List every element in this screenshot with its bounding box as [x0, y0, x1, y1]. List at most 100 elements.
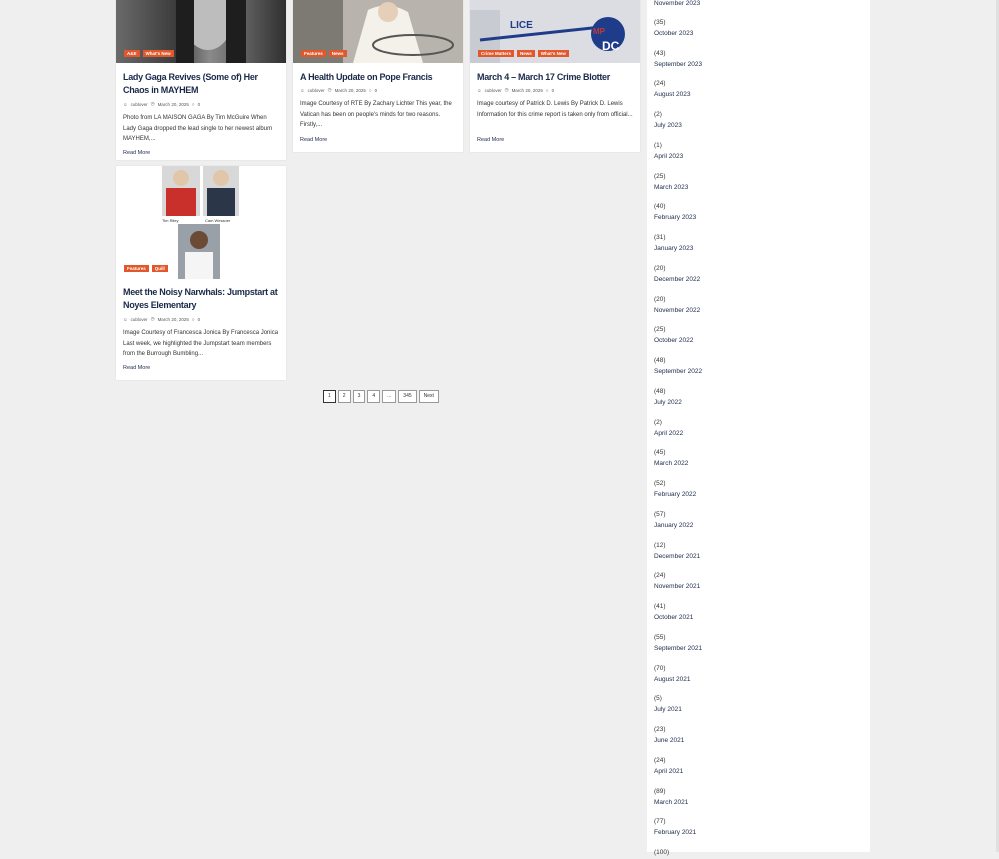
- archive-count: (5): [654, 695, 662, 703]
- archive-item: (31) January 2023: [654, 233, 693, 253]
- read-more-link[interactable]: Read More: [300, 137, 327, 143]
- archive-item: (5) July 2021: [654, 694, 682, 714]
- read-more-link[interactable]: Read More: [123, 150, 150, 156]
- comment-count[interactable]: 0: [552, 88, 555, 93]
- archive-item: (24) April 2021: [654, 756, 683, 776]
- post-author[interactable]: cublover: [131, 102, 148, 107]
- archive-link[interactable]: August 2021: [654, 675, 691, 684]
- archive-link[interactable]: January 2023: [654, 244, 693, 253]
- comment-icon: ○: [191, 316, 195, 322]
- post-card: LICE DC MP Crime Matters News What's New M…: [470, 0, 640, 152]
- archive-item: (45) March 2022: [654, 448, 688, 468]
- archive-link[interactable]: September 2022: [654, 367, 702, 376]
- archive-item: (20) November 2022: [654, 295, 700, 315]
- archive-item: (48) July 2022: [654, 387, 682, 407]
- archive-link[interactable]: July 2023: [654, 121, 682, 130]
- archive-count: (52): [654, 480, 666, 487]
- clock-icon: ◷: [504, 87, 509, 92]
- post-title[interactable]: March 4 – March 17 Crime Blotter: [477, 71, 634, 84]
- archive-link[interactable]: September 2023: [654, 60, 702, 69]
- category-tag[interactable]: Features: [301, 50, 326, 57]
- archive-item: (43) September 2023: [654, 49, 702, 69]
- category-tag[interactable]: News: [517, 50, 535, 57]
- archive-link[interactable]: October 2023: [654, 29, 693, 38]
- comment-count[interactable]: 0: [375, 88, 378, 93]
- archive-item: (57) January 2022: [654, 510, 693, 530]
- archive-link[interactable]: April 2021: [654, 767, 683, 776]
- archive-count: (55): [654, 633, 666, 641]
- archive-link[interactable]: February 2023: [654, 213, 696, 222]
- archive-link[interactable]: November 2023: [654, 0, 700, 8]
- post-card: Tim Riley Cam Wessner Features Quill Mee…: [116, 166, 286, 380]
- jumpstart-photos-image: Tim Riley Cam Wessner: [162, 166, 239, 279]
- archive-link[interactable]: March 2021: [654, 798, 688, 807]
- archive-link[interactable]: January 2022: [654, 521, 693, 530]
- read-more-link[interactable]: Read More: [123, 365, 150, 371]
- post-date: March 20, 2025: [157, 316, 189, 322]
- svg-text:MP: MP: [593, 27, 606, 36]
- category-tag[interactable]: Features: [124, 265, 149, 272]
- page-current: 1: [323, 390, 336, 403]
- comment-count[interactable]: 0: [198, 102, 201, 107]
- archive-item: (24) November 2021: [654, 571, 700, 591]
- archive-count: (48): [654, 387, 666, 395]
- post-title[interactable]: Meet the Noisy Narwhals: Jumpstart at No…: [123, 286, 280, 312]
- archive-item: (23) June 2021: [654, 725, 684, 745]
- category-tag[interactable]: News: [328, 50, 347, 57]
- archive-link[interactable]: October 2021: [654, 613, 693, 622]
- archive-link[interactable]: June 2021: [654, 736, 684, 745]
- post-title[interactable]: Lady Gaga Revives (Some of) Her Chaos in…: [123, 71, 280, 97]
- category-tag[interactable]: A&E: [124, 50, 140, 57]
- archive-link[interactable]: April 2022: [654, 429, 683, 438]
- archive-link[interactable]: February 2022: [654, 490, 696, 499]
- category-tag[interactable]: What's New: [142, 50, 174, 57]
- user-icon: ☺: [477, 87, 482, 93]
- archive-link[interactable]: November 2021: [654, 582, 700, 591]
- archive-link[interactable]: February 2021: [654, 828, 696, 837]
- post-author[interactable]: cublover: [131, 317, 148, 322]
- archive-link[interactable]: September 2021: [654, 644, 702, 653]
- page-link[interactable]: 345: [398, 390, 417, 403]
- archive-link[interactable]: July 2022: [654, 398, 682, 407]
- archive-item: (25) March 2023: [654, 172, 688, 192]
- archive-link[interactable]: March 2023: [654, 183, 688, 192]
- next-page-link[interactable]: Next: [418, 390, 439, 403]
- archive-link[interactable]: December 2021: [654, 552, 700, 561]
- archive-item: (2) April 2022: [654, 418, 683, 438]
- post-author[interactable]: cublover: [485, 88, 502, 93]
- archive-item: (48) September 2022: [654, 356, 702, 376]
- archive-link[interactable]: April 2023: [654, 152, 683, 161]
- pagination: 1 2 3 4 ... 345 Next: [323, 390, 439, 403]
- archive-item: (12) December 2021: [654, 541, 700, 561]
- archive-count: (89): [654, 787, 666, 795]
- archive-link[interactable]: March 2022: [654, 459, 688, 468]
- photo-caption: Cam Wessner: [205, 218, 231, 223]
- archive-link[interactable]: August 2023: [654, 90, 691, 99]
- category-tag[interactable]: Quill: [151, 265, 168, 272]
- post-title[interactable]: A Health Update on Pope Francis: [300, 71, 457, 84]
- page-link[interactable]: 2: [337, 390, 351, 403]
- archive-count: (20): [654, 264, 666, 272]
- post-card: Features News A Health Update on Pope Fr…: [293, 0, 463, 152]
- comment-count[interactable]: 0: [198, 317, 201, 322]
- archive-link[interactable]: December 2022: [654, 275, 700, 284]
- comment-icon: ○: [545, 87, 549, 93]
- archive-count: (1): [654, 141, 662, 149]
- archive-count: (24): [654, 80, 666, 88]
- post-date: March 20, 2025: [511, 87, 543, 93]
- read-more-link[interactable]: Read More: [477, 137, 504, 143]
- archive-count: (20): [654, 295, 666, 303]
- archive-item: (77) February 2021: [654, 817, 696, 837]
- archive-link[interactable]: November 2022: [654, 306, 700, 315]
- page-link[interactable]: 3: [352, 390, 366, 403]
- archive-count: (45): [654, 449, 666, 457]
- archive-item: (2) July 2023: [654, 110, 682, 130]
- category-tag[interactable]: What's New: [537, 50, 569, 57]
- post-thumbnail[interactable]: Tim Riley Cam Wessner: [116, 166, 286, 279]
- page-link[interactable]: 4: [367, 390, 381, 403]
- archive-link[interactable]: July 2021: [654, 705, 682, 714]
- archive-count: (2): [654, 418, 662, 426]
- category-tag[interactable]: Crime Matters: [478, 50, 515, 57]
- post-author[interactable]: cublover: [308, 88, 325, 93]
- archive-link[interactable]: October 2022: [654, 336, 693, 345]
